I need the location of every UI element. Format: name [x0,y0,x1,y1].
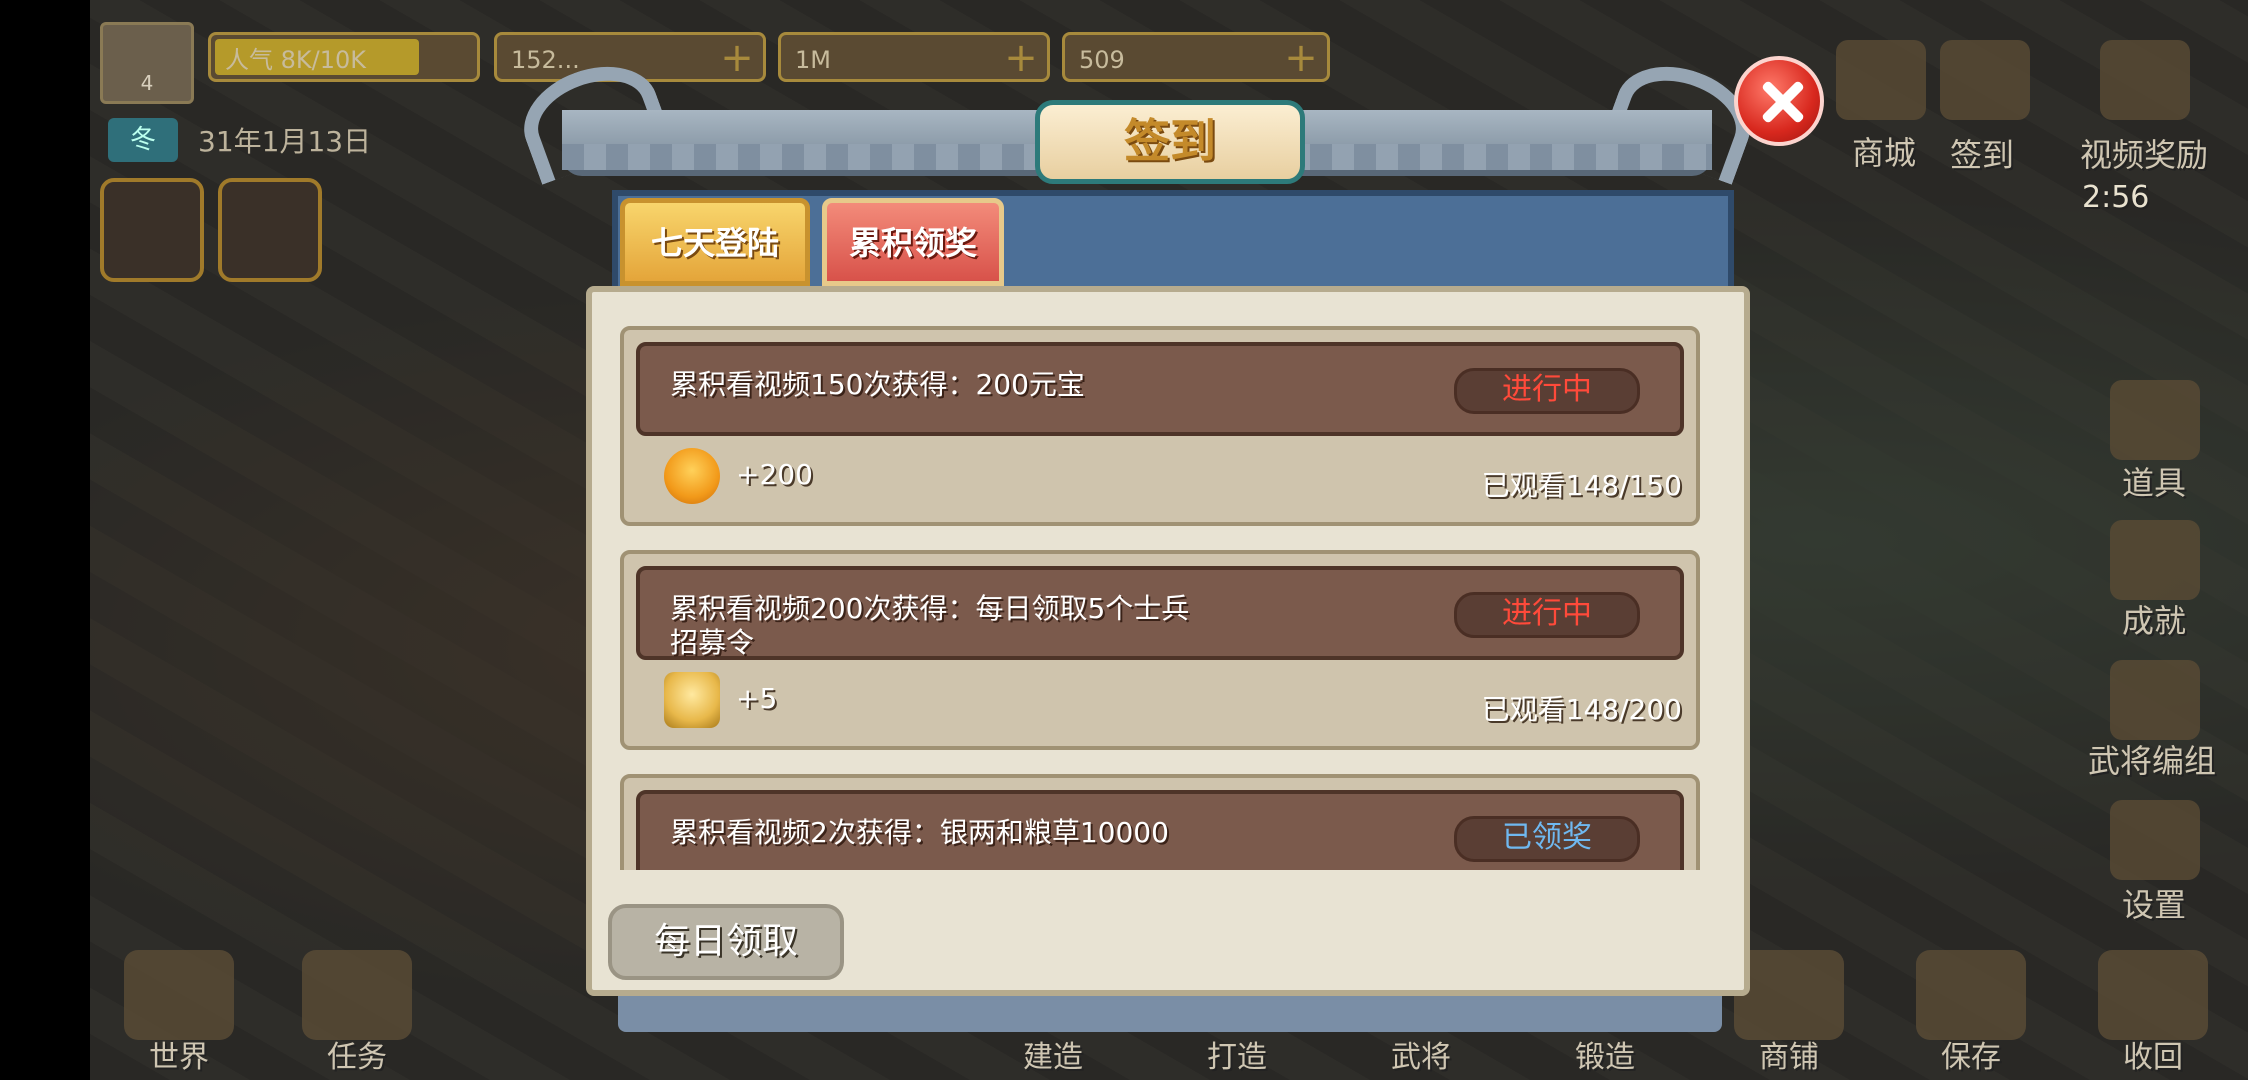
bottom-save-label: 保存 [1941,1040,2001,1075]
list-item: 累积看视频150次获得：200元宝 进行中 +200 已观看148/150 [620,326,1700,526]
bottom-world-label: 世界 [149,1040,209,1075]
general-avatar-1[interactable] [100,178,204,282]
task-scroll-icon [302,950,412,1040]
close-icon[interactable] [1734,56,1824,146]
modal-title: 签到 [1035,100,1305,184]
bottom-build-label: 建造 [1023,1040,1083,1075]
reward-item-header: 累积看视频200次获得：每日领取5个士兵招募令 进行中 [636,566,1684,660]
bottom-task-label: 任务 [327,1040,387,1075]
reward-list[interactable]: 累积看视频150次获得：200元宝 进行中 +200 已观看148/150 累积… [620,318,1700,870]
reward-title: 累积看视频150次获得：200元宝 [670,368,1085,401]
bottom-collapse-label: 收回 [2123,1040,2183,1075]
popularity-bar: 人气 8K/10K [208,32,480,82]
video-reward-icon[interactable] [2100,40,2190,120]
bottom-save[interactable]: 保存 [1896,940,2046,1080]
tab-cumulative-reward[interactable]: 累积领奖 [822,198,1004,286]
right-menu-settings: 设置 [2122,886,2187,924]
bottom-general-label: 武将 [1391,1040,1451,1075]
bottom-task[interactable]: 任务 [282,940,432,1080]
tab-seven-day-login[interactable]: 七天登陆 [620,198,810,286]
bottom-world[interactable]: 世界 [104,940,254,1080]
game-date: 31年1月13日 [198,125,372,158]
reward-amount: +5 [736,682,778,715]
bottom-store-label: 商铺 [1759,1040,1819,1075]
reward-item-header: 累积看视频2次获得：银两和粮草10000 已领奖 [636,790,1684,870]
save-gear-icon [1916,950,2026,1040]
signin-label: 签到 [1950,136,2015,174]
signin-icon[interactable] [1940,40,2030,120]
bottom-forge-label: 锻造 [1575,1040,1635,1075]
modal-footer [618,996,1722,1032]
settings-icon[interactable] [2110,800,2200,880]
list-item: 累积看视频2次获得：银两和粮草10000 已领奖 [620,774,1700,870]
store-icon [1734,950,1844,1040]
reward-title: 累积看视频200次获得：每日领取5个士兵招募令 [670,592,1190,659]
world-map-icon [124,950,234,1040]
player-level: 4 [140,71,154,95]
reward-title: 累积看视频2次获得：银两和粮草10000 [670,816,1169,849]
recruit-token-icon [664,672,720,728]
general-avatar-2[interactable] [218,178,322,282]
video-reward-label: 视频奖励 [2080,136,2209,174]
achievement-icon[interactable] [2110,520,2200,600]
shop-icon[interactable] [1836,40,1926,120]
popularity-label: 人气 8K/10K [225,46,366,74]
daily-claim-button[interactable]: 每日领取 [608,904,844,980]
season-badge: 冬 [108,118,178,162]
watch-progress: 已观看148/200 [1481,693,1682,726]
watch-progress: 已观看148/150 [1481,469,1682,502]
player-level-badge[interactable]: 4 [100,22,194,104]
right-menu-items: 道具 [2122,464,2187,502]
gold-ingot-icon [664,448,720,504]
formation-icon[interactable] [2110,660,2200,740]
status-badge[interactable]: 进行中 [1454,368,1640,414]
bottom-collapse[interactable]: 收回 [2078,940,2228,1080]
items-icon[interactable] [2110,380,2200,460]
right-menu-formation: 武将编组 [2088,742,2217,780]
bottom-craft-label: 打造 [1207,1040,1267,1075]
status-badge[interactable]: 已领奖 [1454,816,1640,862]
status-badge[interactable]: 进行中 [1454,592,1640,638]
list-item: 累积看视频200次获得：每日领取5个士兵招募令 进行中 +5 已观看148/20… [620,550,1700,750]
reward-item-header: 累积看视频150次获得：200元宝 进行中 [636,342,1684,436]
shop-label: 商城 [1852,134,1917,172]
collapse-icon [2098,950,2208,1040]
right-menu-achievements: 成就 [2122,602,2187,640]
video-reward-timer: 2:56 [2082,180,2150,215]
reward-amount: +200 [736,458,813,491]
